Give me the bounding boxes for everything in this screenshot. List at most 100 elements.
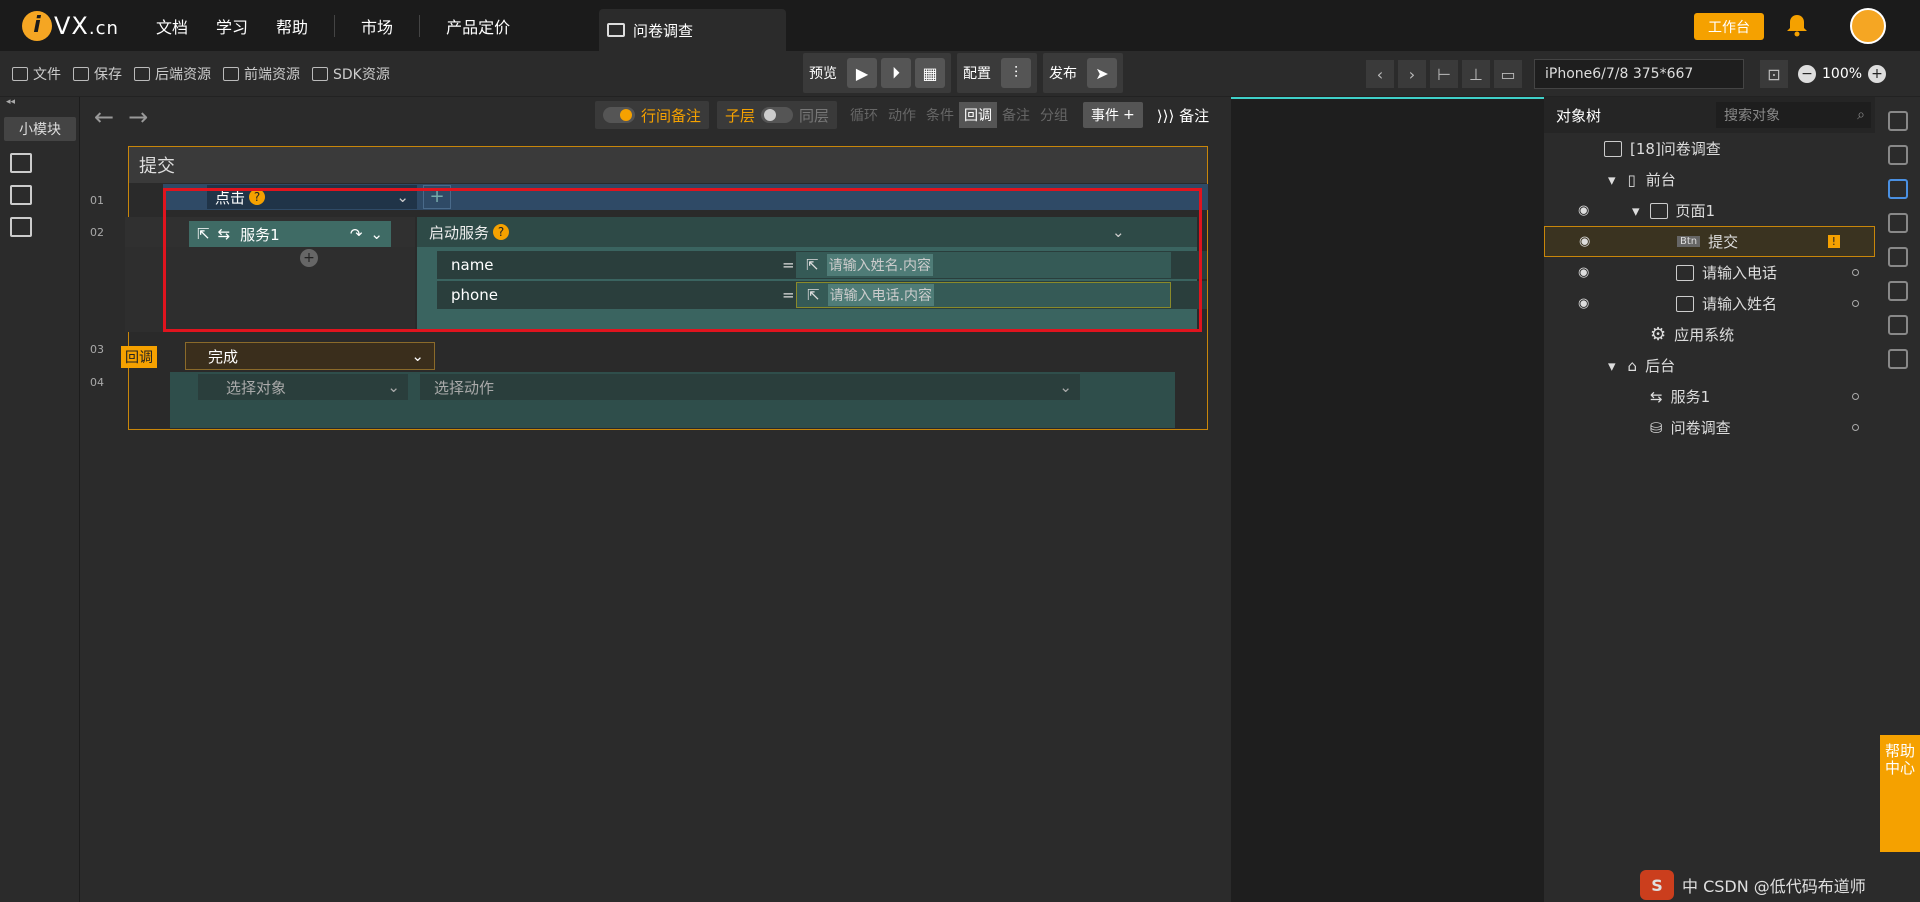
edit-icon[interactable] xyxy=(10,153,32,173)
editor-header: ←→ 行间备注 子层 同层 循环 动作 条件 回调 备注 分组 事件 + ⟩⟩⟩ … xyxy=(80,97,1231,134)
monitor-icon[interactable]: ▭ xyxy=(1494,60,1522,88)
action-select[interactable]: 启动服务 ? ⌄ xyxy=(417,217,1197,247)
select-action[interactable]: 选择动作 ⌄ xyxy=(420,374,1080,400)
eye-icon[interactable]: ◉ xyxy=(1579,234,1590,249)
frontend-resources-button[interactable]: 前端资源 xyxy=(223,64,300,84)
object-tree-panel: 对象树 搜索对象 ⌕ [18]问卷调查 ▾ ▯ 前台 ◉ ▾ 页面1 ◉ Btn 提交! ◉ 请… xyxy=(1544,97,1875,902)
help-icon[interactable]: ? xyxy=(249,189,266,205)
tab-note[interactable]: 备注 xyxy=(997,102,1035,128)
callback-event-select[interactable]: 完成 ⌄ xyxy=(185,342,435,370)
eye-icon[interactable]: ◉ xyxy=(1578,203,1589,218)
qrcode-icon[interactable]: ▦ xyxy=(915,58,945,88)
add-event-button[interactable]: 事件 + xyxy=(1083,102,1143,128)
param-value-input[interactable]: ⇱ 请输入姓名.内容 xyxy=(796,252,1171,278)
help-center-tab[interactable]: 帮助中心 xyxy=(1880,735,1920,852)
eye-icon[interactable]: ◉ xyxy=(1578,265,1589,280)
sql-icon[interactable] xyxy=(1887,349,1908,369)
settings-icon[interactable] xyxy=(1887,145,1908,165)
tree-item-submit[interactable]: ◉ Btn 提交! xyxy=(1544,226,1875,257)
left-panel: ◂◂ 小模块 xyxy=(0,97,80,902)
tab-condition[interactable]: 条件 xyxy=(921,102,959,128)
eye-icon[interactable]: ◉ xyxy=(1578,296,1589,311)
tree-item-system[interactable]: ⚙ 应用系统 xyxy=(1544,319,1875,350)
nav-help[interactable]: 帮助 xyxy=(276,14,308,38)
function-icon[interactable] xyxy=(1887,213,1908,233)
tab-group[interactable]: 分组 xyxy=(1035,102,1073,128)
chevrons-icon: ⟩⟩⟩ xyxy=(1156,106,1180,125)
events-icon[interactable] xyxy=(1887,179,1908,199)
send-icon[interactable]: ➤ xyxy=(1087,58,1117,88)
nav-docs[interactable]: 文档 xyxy=(156,14,188,38)
help-icon[interactable]: ? xyxy=(493,224,510,240)
sliders-icon[interactable]: ⫶ xyxy=(1001,58,1031,88)
copy-icon[interactable] xyxy=(1887,247,1908,267)
avatar[interactable] xyxy=(1850,8,1886,44)
bell-icon[interactable] xyxy=(1786,13,1808,37)
tree-item-phone-input[interactable]: ◉ 请输入电话 xyxy=(1544,257,1875,288)
notes-button[interactable]: ⟩⟩⟩ 备注 xyxy=(1157,105,1209,126)
tree-item-service[interactable]: ⇆ 服务1 xyxy=(1544,381,1875,412)
tree-item-project[interactable]: [18]问卷调查 xyxy=(1544,133,1875,164)
logo[interactable]: i VX.cn xyxy=(22,10,142,41)
undo-icon[interactable]: ‹ xyxy=(1366,60,1394,88)
preview-canvas xyxy=(1231,97,1544,902)
record-icon[interactable] xyxy=(1887,315,1908,335)
device-select[interactable]: iPhone6/7/8 375*667 xyxy=(1534,59,1744,89)
sliders-icon[interactable] xyxy=(10,185,32,205)
small-module-button[interactable]: 小模块 xyxy=(4,117,76,141)
tab-action[interactable]: 动作 xyxy=(883,102,921,128)
chevron-down-icon: ⌄ xyxy=(387,378,400,396)
tab-callback[interactable]: 回调 xyxy=(959,102,998,128)
forward-icon[interactable]: → xyxy=(128,103,162,131)
event-icon[interactable]: ! xyxy=(1827,235,1840,248)
tree-item-backend[interactable]: ▾ ⌂ 后台 xyxy=(1544,350,1875,381)
backend-resources-button[interactable]: 后端资源 xyxy=(134,64,211,84)
collapse-icon[interactable]: ◂◂ xyxy=(0,97,79,109)
screenshot-icon[interactable]: ⊡ xyxy=(1760,60,1788,88)
tab-project[interactable]: 问卷调查 xyxy=(599,9,786,51)
inline-note-toggle[interactable]: 行间备注 xyxy=(595,101,710,129)
info-icon[interactable] xyxy=(1887,111,1908,131)
play-icon[interactable]: ▶ xyxy=(847,58,877,88)
sogou-icon: S xyxy=(1640,870,1674,900)
back-icon[interactable]: ← xyxy=(94,103,128,131)
tab-loop[interactable]: 循环 xyxy=(845,102,883,128)
nav-learn[interactable]: 学习 xyxy=(216,14,248,38)
object-tree-header: 对象树 搜索对象 ⌕ xyxy=(1544,97,1875,133)
save-button[interactable]: 保存 xyxy=(73,64,122,84)
top-bar: i VX.cn 文档 学习 帮助 市场 产品定价 问卷调查 工作台 xyxy=(0,0,1920,51)
toggle-switch[interactable] xyxy=(761,107,794,123)
align-left-icon[interactable]: ⊢ xyxy=(1430,60,1458,88)
sdk-resources-button[interactable]: SDK资源 xyxy=(312,64,390,84)
transfer-icon[interactable] xyxy=(1887,281,1908,301)
search-input[interactable]: 搜索对象 ⌕ xyxy=(1716,102,1871,128)
save-icon xyxy=(73,66,89,81)
file-menu[interactable]: 文件 xyxy=(12,64,61,84)
tree-item-front[interactable]: ▾ ▯ 前台 xyxy=(1544,164,1875,195)
param-value-input[interactable]: ⇱ 请输入电话.内容 xyxy=(796,282,1171,308)
layer-toggle[interactable]: 子层 同层 xyxy=(717,101,838,129)
add-trigger-button[interactable]: + xyxy=(423,185,451,209)
trigger-select[interactable]: 点击 ? ⌄ xyxy=(207,185,417,209)
nav-market[interactable]: 市场 xyxy=(361,14,393,38)
tree-item-page[interactable]: ◉ ▾ 页面1 xyxy=(1544,195,1875,226)
toggle-switch[interactable] xyxy=(603,107,635,123)
service-select[interactable]: ⇱ ⇆ 服务1 ↷ ⌄ xyxy=(189,221,391,247)
align-bottom-icon[interactable]: ⊥ xyxy=(1462,60,1490,88)
play-step-icon[interactable]: ⏵ xyxy=(881,58,911,88)
tree-item-name-input[interactable]: ◉ 请输入姓名 xyxy=(1544,288,1875,319)
redo-icon[interactable]: › xyxy=(1398,60,1426,88)
zoom-in-icon[interactable]: + xyxy=(1868,65,1887,83)
workbench-button[interactable]: 工作台 xyxy=(1694,13,1764,40)
share-icon[interactable]: ↷ xyxy=(350,225,363,243)
sdk-icon xyxy=(312,66,328,81)
cursor-icon: ⇱ xyxy=(807,286,820,304)
plus-icon: + xyxy=(1123,107,1135,123)
select-object[interactable]: 选择对象 ⌄ xyxy=(198,374,408,400)
add-circle-icon[interactable]: + xyxy=(300,249,318,267)
grid-icon xyxy=(223,66,239,81)
inspect-icon[interactable] xyxy=(10,217,32,237)
zoom-out-icon[interactable]: − xyxy=(1798,65,1816,83)
nav-pricing[interactable]: 产品定价 xyxy=(446,14,510,38)
tree-item-database[interactable]: ⛁ 问卷调查 xyxy=(1544,412,1875,443)
